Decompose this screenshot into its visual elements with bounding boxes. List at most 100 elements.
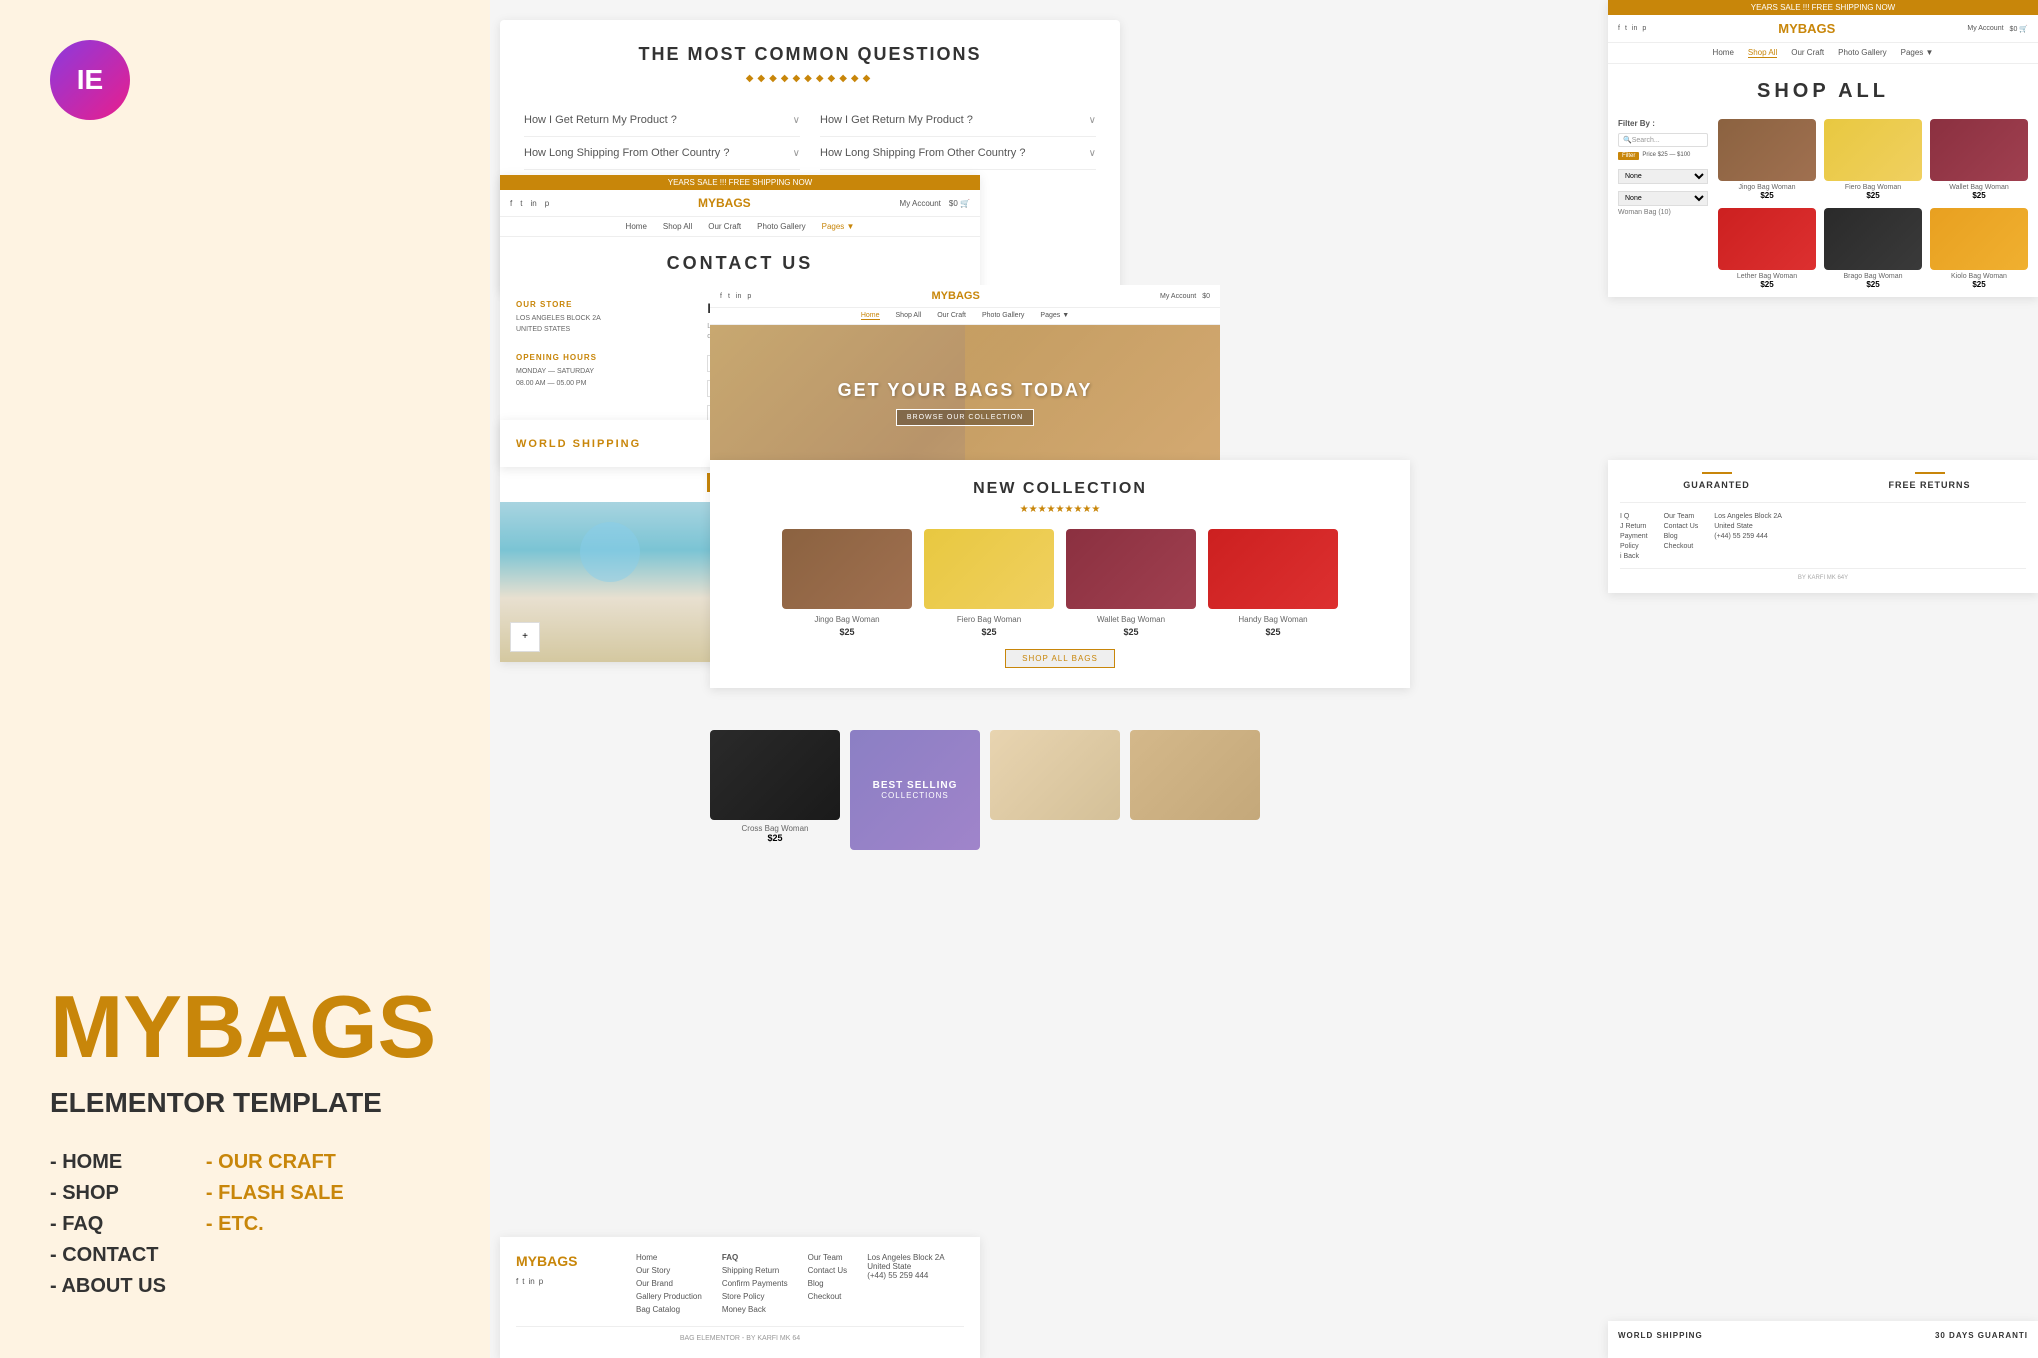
- footer-faq-item[interactable]: Shipping Return: [722, 1266, 788, 1275]
- footer-link: I Q: [1620, 513, 1648, 520]
- hero-nav-shop[interactable]: Shop All: [896, 312, 922, 320]
- guarantee-label: 30 DAYS GUARANTI: [1935, 1331, 2028, 1340]
- bag-image-brown: [782, 529, 912, 609]
- shop-all-button[interactable]: SHOP ALL BAGS: [1005, 649, 1115, 668]
- footer-address-text: Los Angeles Block 2AUnited State(+44) 55…: [867, 1253, 944, 1280]
- shop-nav-logo: MYBAGS: [1778, 21, 1835, 36]
- footer-facebook-icon[interactable]: f: [516, 1277, 518, 1286]
- brand-feature-list: - HOME - SHOP - FAQ - CONTACT - ABOUT US…: [50, 1151, 440, 1298]
- footer-nav-item[interactable]: Our Story: [636, 1266, 702, 1275]
- footer-social-links: f t in p: [516, 1277, 616, 1286]
- facebook-icon: f: [510, 199, 512, 208]
- faq-item-text: How I Get Return My Product ?: [820, 114, 973, 126]
- brand-list-item-gold: - ETC.: [206, 1213, 344, 1236]
- bestselling-sublabel: COLLECTIONS: [881, 791, 948, 800]
- shop-nav-fb: f: [1618, 25, 1620, 32]
- product-price: $25: [782, 627, 912, 637]
- cross-bag-price: $25: [710, 833, 840, 843]
- guarantee-line-2: [1915, 472, 1945, 474]
- shop-nav: f t in p MYBAGS My Account $0 🛒: [1608, 15, 2038, 43]
- footer-instagram-icon[interactable]: in: [528, 1277, 534, 1286]
- filter-dropdown-2[interactable]: None: [1618, 191, 1708, 206]
- hero-nav-gallery[interactable]: Photo Gallery: [982, 312, 1024, 320]
- sunglasses-bag-image: [990, 730, 1120, 820]
- brand-list-item: - HOME: [50, 1151, 166, 1174]
- footer-phone: (+44) 55 259 444: [1714, 533, 1782, 540]
- world-shipping-label: WORLD SHIPPING: [1618, 1331, 1703, 1340]
- faq-item[interactable]: How I Get Return My Product ? ∨: [524, 104, 800, 137]
- product-name: Fiero Bag Woman: [924, 615, 1054, 624]
- footer-copyright: BAG ELEMENTOR - BY KARFI MK 64: [516, 1326, 964, 1342]
- filter-active-badge[interactable]: Filter: [1618, 152, 1639, 160]
- footer-faq-item[interactable]: Money Back: [722, 1305, 788, 1314]
- faq-item[interactable]: How Long Shipping From Other Country ? ∨: [820, 137, 1096, 170]
- contact-nav-logo: MYBAGS: [698, 196, 751, 210]
- hero-title: GET YOUR BAGS TODAY: [838, 380, 1093, 401]
- hero-nav-cart: $0: [1202, 293, 1210, 300]
- product-price: $25: [1066, 627, 1196, 637]
- nav-gallery[interactable]: Photo Gallery: [757, 222, 805, 231]
- filter-dropdown-1[interactable]: None: [1618, 169, 1708, 184]
- product-price: $25: [1930, 191, 2028, 200]
- nav-home[interactable]: Home: [626, 222, 647, 231]
- hero-website-section: f t in p MYBAGS My Account $0 Home Shop …: [710, 285, 1220, 480]
- footer-screenshot: MYBAGS f t in p Home Our Story Our Brand…: [500, 1237, 980, 1358]
- hero-nav-logo: MYBAGS: [932, 290, 980, 302]
- footer-company-item[interactable]: Blog: [808, 1279, 848, 1288]
- footer-twitter-icon[interactable]: t: [522, 1277, 524, 1286]
- faq-item[interactable]: How Long Shipping From Other Country ? ∨: [524, 137, 800, 170]
- footer-nav-item[interactable]: Home: [636, 1253, 702, 1262]
- faq-item[interactable]: How I Get Return My Product ? ∨: [820, 104, 1096, 137]
- footer-nav-item[interactable]: Bag Catalog: [636, 1305, 702, 1314]
- shop-product: Jingo Bag Woman $25: [1718, 119, 1816, 200]
- footer-faq-links: FAQ Shipping Return Confirm Payments Sto…: [722, 1253, 788, 1314]
- footer-nav-links: Home Our Story Our Brand Gallery Product…: [636, 1253, 702, 1314]
- shop-nav-craft[interactable]: Our Craft: [1791, 48, 1824, 58]
- shop-nav-shop[interactable]: Shop All: [1748, 48, 1777, 58]
- shop-nav-home[interactable]: Home: [1713, 48, 1734, 58]
- hero-browse-button[interactable]: BROWSE OUR COLLECTION: [896, 409, 1034, 426]
- faq-item-text: How Long Shipping From Other Country ?: [820, 147, 1025, 159]
- footer-company-item[interactable]: Our Team: [808, 1253, 848, 1262]
- another-bag-image: [1130, 730, 1260, 820]
- filter-search[interactable]: 🔍 Search...: [1618, 133, 1708, 147]
- footer-link: Our Team: [1664, 513, 1699, 520]
- shop-product: Lether Bag Woman $25: [1718, 208, 1816, 289]
- guarantee-item-1: GUARANTED: [1620, 472, 1813, 490]
- nav-pages[interactable]: Pages ▼: [822, 222, 855, 231]
- footer-faq-item[interactable]: Store Policy: [722, 1292, 788, 1301]
- collection-screenshot: NEW COLLECTION ★★★★★★★★★ Jingo Bag Woman…: [710, 460, 1410, 688]
- brand-subtitle: ELEMENTOR TEMPLATE: [50, 1087, 440, 1119]
- filter-label: Filter By :: [1618, 119, 1708, 128]
- hero-nav-craft[interactable]: Our Craft: [937, 312, 966, 320]
- bestselling-label: BEST SELLING: [873, 780, 958, 791]
- footer-company-item[interactable]: Checkout: [808, 1292, 848, 1301]
- footer-link: i Back: [1620, 553, 1648, 560]
- cross-bag-image: [710, 730, 840, 820]
- shop-product: Wallet Bag Woman $25: [1930, 119, 2028, 200]
- hero-nav-pages[interactable]: Pages ▼: [1040, 312, 1069, 320]
- faq-item-text: How Long Shipping From Other Country ?: [524, 147, 729, 159]
- footer-faq-title: FAQ: [722, 1253, 788, 1262]
- hero-image: GET YOUR BAGS TODAY BROWSE OUR COLLECTIO…: [710, 325, 1220, 480]
- faq-dots: ◆◆◆◆◆◆◆◆◆◆◆: [524, 73, 1096, 84]
- shop-nav-cart: $0 🛒: [2010, 25, 2028, 33]
- footer-company-item[interactable]: Contact Us: [808, 1266, 848, 1275]
- footer-byline: BY KARFI MK 64Y: [1620, 568, 2026, 581]
- another-bag-product: [1130, 730, 1260, 850]
- nav-craft[interactable]: Our Craft: [708, 222, 741, 231]
- product-name: Lether Bag Woman: [1718, 273, 1816, 280]
- footer-pinterest-icon[interactable]: p: [539, 1277, 543, 1286]
- shop-nav-pages[interactable]: Pages ▼: [1901, 48, 1934, 58]
- footer-faq-item[interactable]: Confirm Payments: [722, 1279, 788, 1288]
- shop-nav-account: My Account: [1967, 25, 2003, 33]
- nav-shop[interactable]: Shop All: [663, 222, 692, 231]
- footer-nav-item[interactable]: Gallery Production: [636, 1292, 702, 1301]
- shop-product-grid: Jingo Bag Woman $25 Fiero Bag Woman $25 …: [1718, 119, 2028, 289]
- footer-link: Policy: [1620, 543, 1648, 550]
- footer-nav-item[interactable]: Our Brand: [636, 1279, 702, 1288]
- contact-store-label: OUR STORE: [516, 300, 687, 309]
- hero-nav-home[interactable]: Home: [861, 312, 880, 320]
- contact-hours-label: OPENING HOURS: [516, 353, 687, 362]
- shop-nav-gallery[interactable]: Photo Gallery: [1838, 48, 1886, 58]
